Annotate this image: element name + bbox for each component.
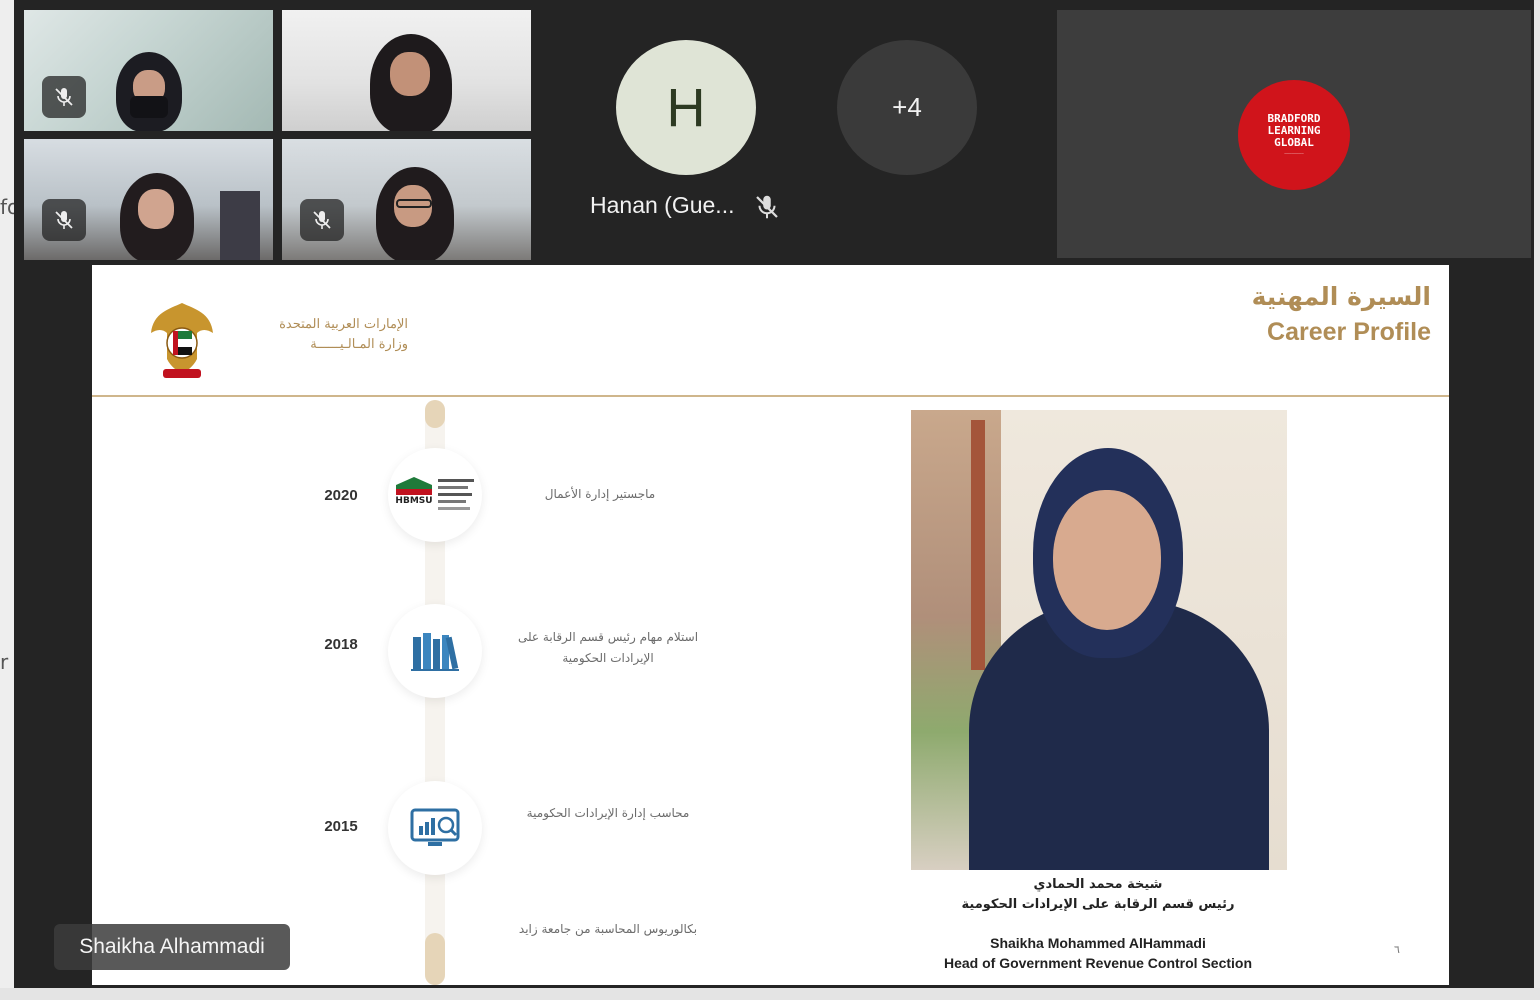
mic-muted-badge — [42, 199, 86, 241]
more-participants-button[interactable]: +4 — [837, 40, 977, 175]
presenter-name-label: Shaikha Alhammadi — [54, 924, 290, 970]
participant-avatar-hanan[interactable]: H — [616, 40, 756, 175]
slide-title-english: Career Profile — [1267, 318, 1431, 346]
ministry-line-2: وزارة المـالـيــــــة — [310, 337, 408, 352]
timeline-year: 2018 — [324, 636, 358, 653]
participant-face — [138, 189, 174, 229]
photo-person-face — [1053, 490, 1161, 630]
mic-off-icon — [752, 192, 782, 226]
bradford-learning-global-logo: BRADFORD LEARNING GLOBAL ———————— — [1238, 80, 1350, 190]
timeline-event-text: استلام مهام رئيس قسم الرقابة على الإيراد… — [517, 630, 699, 665]
timeline-node — [388, 604, 482, 698]
logo-tagline: ———————— — [1284, 151, 1304, 156]
books-icon — [411, 633, 459, 671]
participant-face — [390, 52, 430, 96]
slide-title-arabic: السيرة المهنية — [1251, 282, 1431, 311]
background-window-edge: fo r — [0, 0, 19, 1000]
mic-muted-badge — [42, 76, 86, 118]
logo-text-line: GLOBAL — [1274, 136, 1314, 149]
mic-off-icon — [55, 211, 73, 229]
slide-page-number: ٦ — [1394, 943, 1400, 956]
caption-name-arabic: شيخة محمد الحمادي — [1033, 877, 1163, 892]
caption-role-english: Head of Government Revenue Control Secti… — [943, 955, 1253, 971]
face-mask — [130, 96, 168, 118]
video-tile-active-speaker[interactable] — [282, 10, 531, 131]
monitor-chart-icon — [410, 808, 460, 846]
timeline-node — [388, 781, 482, 875]
timeline-year: 2020 — [324, 487, 358, 504]
svg-text:HBMSU: HBMSU — [395, 496, 432, 506]
timeline-year: 2015 — [324, 818, 358, 835]
caption-role-arabic: رئيس قسم الرقابة على الإيرادات الحكومية — [961, 897, 1235, 912]
slide-header: الإمارات العربية المتحدة وزارة المـالـيـ… — [92, 265, 1449, 397]
mic-off-icon — [55, 88, 73, 106]
timeline-event-text: بكالوريوس المحاسبة من جامعة زايد — [518, 922, 698, 936]
profile-photo — [911, 410, 1287, 870]
overflow-count: +4 — [892, 92, 922, 122]
background-window-edge-bottom — [0, 988, 1540, 1000]
video-tile-bradford[interactable]: BRADFORD LEARNING GLOBAL ———————— — [1057, 10, 1531, 258]
photo-background-post — [971, 420, 985, 670]
caption-name-english: Shaikha Mohammed AlHammadi — [990, 935, 1206, 951]
meeting-window: H Hanan (Gue... +4 BRADFORD LEARNING GLO… — [14, 0, 1534, 990]
uae-emblem-icon — [151, 303, 213, 378]
screenshot: fo r H Hanan (Gue... +4 BRADFORD LEARNIN… — [0, 0, 1540, 1000]
mic-off-icon — [313, 211, 331, 229]
ministry-name: الإمارات العربية المتحدة وزارة المـالـيـ… — [228, 315, 408, 355]
video-tile-participant-3[interactable] — [24, 139, 273, 260]
background-poster — [220, 191, 260, 260]
background-text-fragment: r — [0, 650, 9, 674]
participant-name-hanan: Hanan (Gue... — [590, 192, 735, 218]
video-tile-participant-4[interactable] — [282, 139, 531, 260]
timeline-node: HBMSU — [388, 448, 482, 542]
participant-glasses — [396, 199, 432, 208]
mic-muted-badge — [300, 199, 344, 241]
timeline-event-text: محاسب إدارة الإيرادات الحكومية — [526, 806, 690, 820]
shared-presentation-slide: الإمارات العربية المتحدة وزارة المـالـيـ… — [92, 265, 1449, 985]
timeline-event-text: ماجستير إدارة الأعمال — [544, 487, 656, 501]
ministry-line-1: الإمارات العربية المتحدة — [279, 317, 408, 332]
timeline-cap-top — [425, 400, 445, 428]
university-logo-icon: HBMSU — [395, 477, 474, 510]
video-tile-participant-1[interactable] — [24, 10, 273, 131]
avatar-initial: H — [666, 77, 706, 138]
timeline-cap-bottom — [425, 933, 445, 985]
